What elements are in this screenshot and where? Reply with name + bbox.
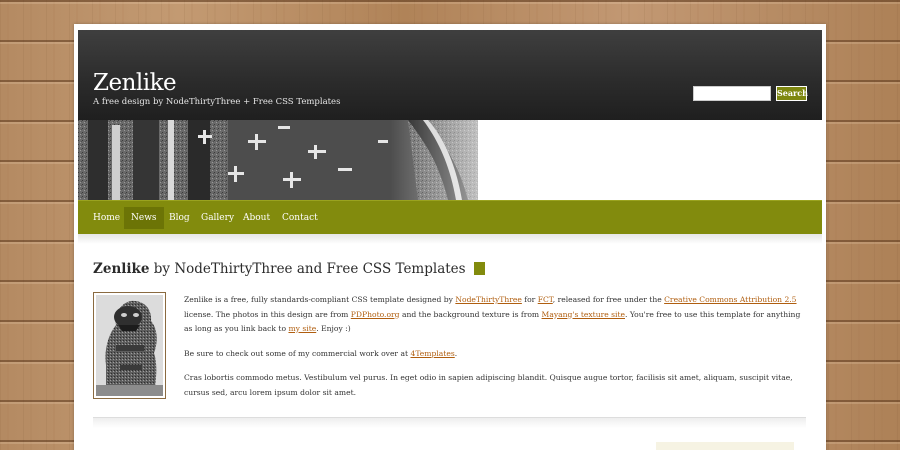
link-4templates[interactable]: 4Templates [410, 349, 454, 358]
link-creative-commons[interactable]: Creative Commons Attribution 2.5 [664, 295, 796, 304]
link-pdphoto[interactable]: PDPhoto.org [351, 310, 400, 319]
paragraph-text: , released for free under the [552, 295, 665, 304]
link-nodethirtythree[interactable]: NodeThirtyThree [455, 295, 522, 304]
site-header: Zenlike A free design by NodeThirtyThree… [78, 30, 822, 120]
paragraph-text: and the background texture is from [399, 309, 542, 319]
nav-item-home[interactable]: Home [86, 207, 127, 229]
search-button[interactable]: Search [776, 86, 808, 101]
post-title-bold: Zenlike [93, 261, 150, 277]
nav-item-news[interactable]: News [124, 207, 164, 229]
paragraph-text: Zenlike is a free, fully standards-compl… [184, 295, 456, 304]
nav-item-about[interactable]: About [236, 207, 277, 229]
link-mayang-texture[interactable]: Mayang's texture site [542, 310, 625, 319]
site-title[interactable]: Zenlike [93, 70, 177, 96]
nav-item-gallery[interactable]: Gallery [194, 207, 241, 229]
post-paragraph-2: Be sure to check out some of my commerci… [184, 347, 809, 362]
site-tagline: A free design by NodeThirtyThree + Free … [93, 97, 341, 107]
main-navigation: Home News Blog Gallery About Contact [78, 200, 822, 234]
post-paragraph-1: Zenlike is a free, fully standards-compl… [184, 293, 809, 337]
nav-item-contact[interactable]: Contact [275, 207, 325, 229]
post-image [93, 292, 166, 399]
paragraph-text: for [521, 295, 538, 304]
header-banner-image [78, 120, 822, 200]
search-input[interactable] [693, 86, 771, 101]
post-title-rest: by NodeThirtyThree and Free CSS Template… [149, 261, 466, 277]
paragraph-text: . [454, 348, 458, 358]
nav-shadow [78, 234, 822, 244]
paragraph-text: Be sure to check out some of my commerci… [184, 348, 411, 358]
post-divider [93, 417, 806, 428]
title-square-icon [473, 262, 485, 275]
page-container: Zenlike A free design by NodeThirtyThree… [74, 24, 826, 450]
post-title: Zenlike by NodeThirtyThree and Free CSS … [93, 261, 485, 277]
link-fct[interactable]: FCT [538, 295, 553, 304]
paragraph-text: . Enjoy :) [316, 324, 351, 333]
nav-item-blog[interactable]: Blog [162, 207, 197, 229]
post-body: Zenlike is a free, fully standards-compl… [184, 293, 809, 410]
sidebar-box [656, 442, 794, 450]
link-my-site[interactable]: my site [288, 324, 316, 333]
post-paragraph-3: Cras lobortis commodo metus. Vestibulum … [184, 373, 793, 397]
paragraph-text: license. The photos in this design are f… [184, 309, 351, 319]
